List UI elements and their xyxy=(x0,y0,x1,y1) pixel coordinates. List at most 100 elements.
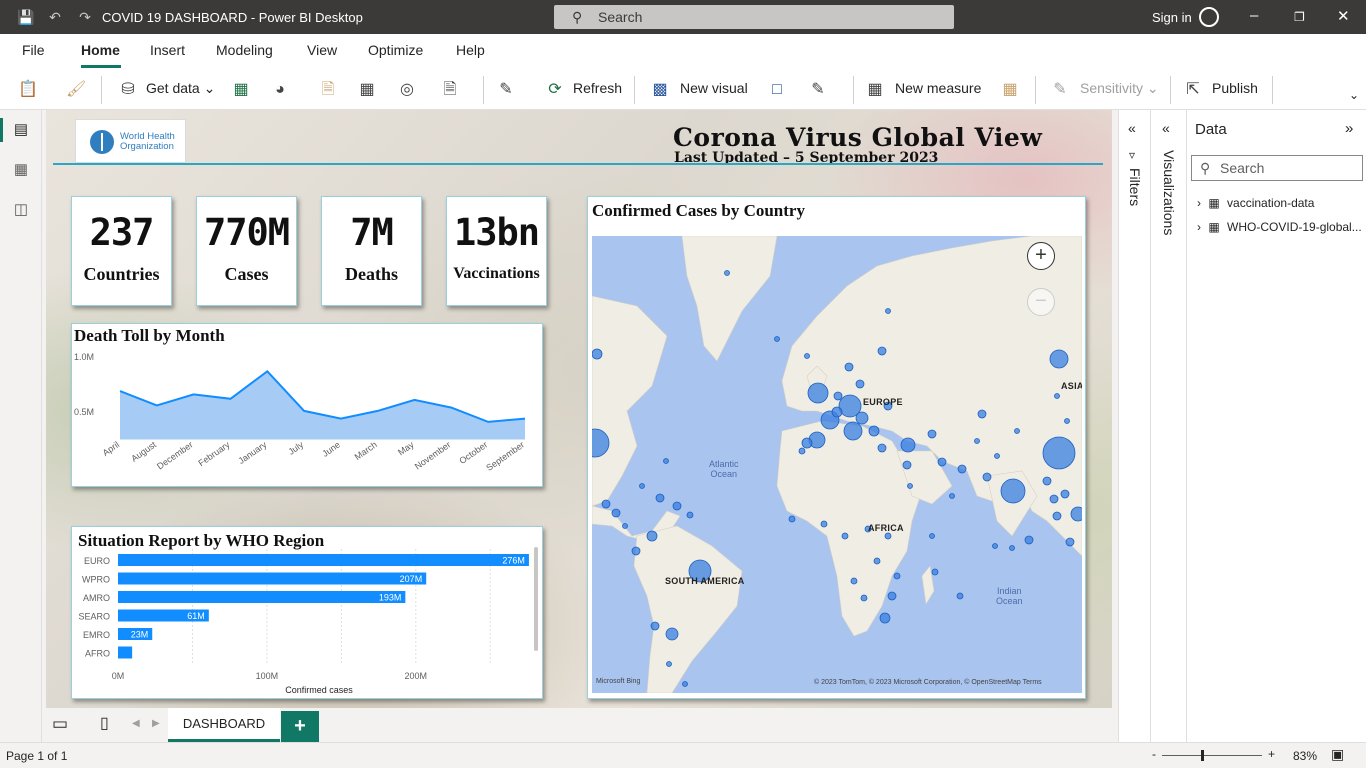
get-data-button[interactable]: Get data ⌄ xyxy=(146,80,215,97)
recent-sources-icon[interactable]: 🗎 xyxy=(440,80,460,100)
bar-category-label: AFRO xyxy=(85,649,110,659)
more-visuals-icon[interactable]: ✎ xyxy=(808,80,828,100)
zoom-in-icon[interactable]: + xyxy=(1268,747,1275,761)
calculator-icon: ▦ xyxy=(867,81,883,98)
new-visual-icon: ▩ xyxy=(652,81,668,98)
case-bubble xyxy=(1070,506,1082,522)
map-card[interactable]: Confirmed Cases by Country EUROPE ASIA A… xyxy=(587,196,1086,699)
search-box[interactable]: ⚲ Search xyxy=(554,5,954,29)
table-view-icon[interactable]: ▦ xyxy=(11,160,31,180)
data-table-item[interactable]: › ▦ vaccination-data xyxy=(1197,196,1314,210)
close-icon[interactable]: ✕ xyxy=(1337,7,1350,25)
onelake-icon[interactable]: 🗎 xyxy=(318,80,338,100)
case-bubble xyxy=(957,464,967,474)
menu-view[interactable]: View xyxy=(307,42,337,58)
x-tick-label: February xyxy=(196,439,232,468)
case-bubble xyxy=(873,557,881,565)
zoom-in-button[interactable]: + xyxy=(1027,242,1055,270)
bing-logo: Microsoft Bing xyxy=(596,678,641,685)
sign-in-link[interactable]: Sign in xyxy=(1152,10,1192,25)
data-table-item[interactable]: › ▦ WHO-COVID-19-global... xyxy=(1197,220,1362,234)
new-visual-button[interactable]: New visual xyxy=(680,80,748,96)
zoom-out-button[interactable]: − xyxy=(1027,288,1055,316)
map-attribution[interactable]: © 2023 TomTom, © 2023 Microsoft Corporat… xyxy=(814,679,1042,686)
tab-dashboard[interactable]: DASHBOARD xyxy=(168,708,280,742)
case-bubble xyxy=(877,443,887,453)
chevron-right-icon: › xyxy=(1197,196,1201,210)
minimize-icon[interactable]: – xyxy=(1250,7,1258,24)
restore-icon[interactable]: ❐ xyxy=(1294,10,1305,24)
account-icon[interactable] xyxy=(1199,7,1219,27)
zoom-slider[interactable] xyxy=(1162,755,1262,756)
case-bubble xyxy=(902,460,912,470)
case-bubble xyxy=(592,348,603,360)
refresh-button[interactable]: Refresh xyxy=(573,80,622,96)
fit-to-page-icon[interactable]: ▣ xyxy=(1331,746,1344,763)
chart-scrollbar[interactable] xyxy=(534,547,538,651)
chart-title: Confirmed Cases by Country xyxy=(592,201,805,220)
search-placeholder: Search xyxy=(598,9,643,25)
paste-icon[interactable]: 📋 xyxy=(18,80,38,100)
menu-modeling[interactable]: Modeling xyxy=(216,42,273,58)
save-icon[interactable]: 💾 xyxy=(17,9,34,25)
x-axis-title: Confirmed cases xyxy=(285,685,353,695)
expand-visualizations-icon[interactable]: « xyxy=(1162,120,1170,136)
model-view-icon[interactable]: ◫ xyxy=(11,200,31,220)
quick-measure-icon[interactable]: ▦ xyxy=(1000,80,1020,100)
case-bubble xyxy=(1024,535,1034,545)
format-painter-icon[interactable]: 🖌 xyxy=(66,80,86,100)
ribbon-collapse-icon[interactable]: ⌄ xyxy=(1349,88,1359,102)
y-tick-label: 0.5M xyxy=(74,407,94,417)
case-bubble xyxy=(1052,511,1062,521)
visualizations-pane-collapsed[interactable]: « Visualizations xyxy=(1150,110,1186,742)
case-bubble xyxy=(682,681,688,687)
case-bubble xyxy=(833,391,843,401)
next-page-icon[interactable]: ▶ xyxy=(152,718,160,729)
prev-page-icon[interactable]: ◀ xyxy=(132,718,140,729)
expand-filters-icon[interactable]: « xyxy=(1128,120,1136,136)
undo-icon[interactable]: ↶ xyxy=(47,9,63,25)
table-name: WHO-COVID-19-global... xyxy=(1227,220,1362,234)
excel-icon[interactable]: ▦ xyxy=(231,80,251,100)
zoom-out-icon[interactable]: - xyxy=(1152,747,1156,761)
case-bubble xyxy=(1065,537,1075,547)
report-view-icon[interactable]: ▤ xyxy=(11,120,31,140)
enter-data-icon[interactable]: ▦ xyxy=(357,80,377,100)
search-icon: ⚲ xyxy=(1200,160,1211,176)
filters-pane-collapsed[interactable]: « ▿ Filters xyxy=(1118,110,1150,742)
case-bubble xyxy=(804,353,810,359)
menu-optimize[interactable]: Optimize xyxy=(368,42,423,58)
sql-server-icon[interactable]: ◎ xyxy=(397,80,417,100)
kpi-card-cases[interactable]: 770M Cases xyxy=(196,196,297,306)
menu-help[interactable]: Help xyxy=(456,42,485,58)
menu-home[interactable]: Home xyxy=(81,42,120,58)
get-data-label: Get data xyxy=(146,80,200,96)
kpi-card-vaccinations[interactable]: 13bn Vaccinations xyxy=(446,196,547,306)
transform-data-icon[interactable]: ✎ xyxy=(496,80,516,100)
who-region-chart-card[interactable]: Situation Report by WHO Region EURO 276M W… xyxy=(71,526,543,699)
page-title: Corona Virus Global View xyxy=(673,123,1043,152)
map-label-asia: ASIA xyxy=(1061,381,1082,391)
dataverse-icon[interactable]: ◕ xyxy=(270,80,290,100)
redo-icon[interactable]: ↷ xyxy=(77,9,93,25)
add-page-button[interactable]: + xyxy=(281,711,319,742)
desktop-layout-icon[interactable]: ▭ xyxy=(52,714,68,734)
ribbon: 📋 🖌 ⛁ Get data ⌄ ▦ ◕ 🗎 ▦ ◎ 🗎 ✎ ⟳ Refresh… xyxy=(0,70,1366,110)
publish-button[interactable]: Publish xyxy=(1212,80,1258,96)
death-toll-chart-card[interactable]: Death Toll by Month 1.0M 0.5M April August D… xyxy=(71,323,543,487)
data-search-input[interactable]: ⚲ Search xyxy=(1191,155,1363,181)
zoom-slider-thumb[interactable] xyxy=(1201,750,1204,761)
collapse-data-pane-icon[interactable]: » xyxy=(1345,120,1353,137)
menu-insert[interactable]: Insert xyxy=(150,42,185,58)
case-bubble xyxy=(879,612,891,624)
ocean-label-line: Indian xyxy=(997,586,1022,596)
page-tab-bar: ▭ ▯ ◀ ▶ DASHBOARD + xyxy=(42,708,1118,742)
kpi-card-deaths[interactable]: 7M Deaths xyxy=(321,196,422,306)
bubble-map[interactable]: EUROPE ASIA AFRICA SOUTH AMERICA Atlanti… xyxy=(592,236,1082,693)
menu-file[interactable]: File xyxy=(22,42,45,58)
text-box-icon[interactable]: □ xyxy=(767,80,787,100)
mobile-layout-icon[interactable]: ▯ xyxy=(100,713,109,733)
kpi-card-countries[interactable]: 237 Countries xyxy=(71,196,172,306)
new-measure-button[interactable]: New measure xyxy=(895,80,981,96)
page-indicator: Page 1 of 1 xyxy=(6,749,68,763)
